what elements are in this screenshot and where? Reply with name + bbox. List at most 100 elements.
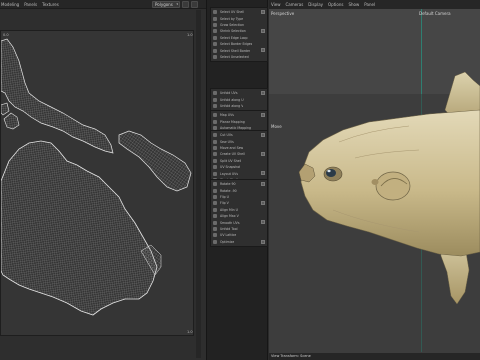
tool-options-box[interactable] bbox=[261, 48, 265, 53]
uv-editor-panel: Modeling Panels Textures Polygons ▾ 1.0 … bbox=[0, 0, 206, 360]
tool-icon bbox=[213, 29, 217, 34]
tool-icon bbox=[213, 103, 217, 108]
tool-label: Smooth UVs bbox=[220, 220, 240, 225]
tool-label: Optimize bbox=[220, 239, 235, 244]
uv-corner-label-bottom-right: 1.0 bbox=[187, 330, 193, 334]
tool-icon bbox=[213, 48, 217, 53]
tool-label: Select Shell Border bbox=[220, 48, 251, 53]
menu-modeling[interactable]: Modeling bbox=[1, 0, 19, 9]
viewport-camera-label: Default Camera bbox=[419, 11, 451, 16]
tool-options-box[interactable] bbox=[261, 171, 265, 176]
tool-item[interactable]: Select Unselected bbox=[211, 54, 267, 60]
tool-icon bbox=[213, 139, 217, 144]
tool-label: Align Max V bbox=[220, 214, 239, 219]
viewport-view-name: Perspective bbox=[271, 11, 295, 16]
tool-label: Flip V bbox=[220, 201, 229, 206]
tool-icon bbox=[213, 145, 217, 150]
tool-icon bbox=[213, 97, 217, 102]
selection-mode-value: Polygons bbox=[155, 2, 173, 7]
uv-shell-fin bbox=[118, 130, 192, 192]
uv-shell-small bbox=[0, 102, 10, 116]
tool-options-button[interactable] bbox=[182, 1, 189, 8]
tool-icon bbox=[213, 10, 217, 15]
menu-textures[interactable]: Textures bbox=[42, 0, 59, 9]
tool-label: Select UV Shell bbox=[220, 10, 245, 15]
tool-label: Unfold along U bbox=[220, 97, 244, 102]
tool-settings-button[interactable] bbox=[191, 1, 198, 8]
tool-icon bbox=[213, 226, 217, 231]
tool-icon bbox=[213, 233, 217, 238]
tool-label: Grow Selection bbox=[220, 22, 244, 27]
tool-icon bbox=[213, 165, 217, 170]
tool-label: Rotate -90 bbox=[220, 188, 237, 193]
uv-editor-scrollbar[interactable] bbox=[196, 10, 201, 358]
menu-panels[interactable]: Panels bbox=[24, 0, 37, 9]
tool-options-box[interactable] bbox=[261, 239, 265, 244]
tool-label: Split UV Shell bbox=[220, 158, 242, 163]
tool-icon bbox=[213, 16, 217, 21]
tool-options-box[interactable] bbox=[261, 10, 265, 14]
uv-layout-graphic bbox=[0, 38, 192, 316]
tool-options-box[interactable] bbox=[261, 91, 265, 95]
tool-options-box[interactable] bbox=[261, 133, 265, 137]
menu-panel[interactable]: Panel bbox=[364, 2, 375, 7]
tool-label: Create UV Shell bbox=[220, 152, 245, 157]
tool-icon bbox=[213, 152, 217, 157]
menu-show[interactable]: Show bbox=[348, 2, 359, 7]
tool-label: Flip U bbox=[220, 194, 229, 199]
tool-options-box[interactable] bbox=[261, 201, 265, 206]
tool-icon bbox=[213, 42, 217, 47]
tool-icon bbox=[213, 113, 217, 118]
tool-label: Layout UVs bbox=[220, 171, 239, 176]
uv-shell-top bbox=[0, 38, 114, 154]
chevron-down-icon: ▾ bbox=[176, 2, 178, 6]
tool-item[interactable]: Optimize bbox=[211, 239, 267, 245]
uv-canvas[interactable]: 1.0 0.0 1.0 bbox=[0, 30, 194, 336]
uv-shell-body bbox=[0, 140, 158, 316]
tool-icon bbox=[213, 201, 217, 206]
tool-label: Unfold Tool bbox=[220, 226, 238, 231]
eye-highlight bbox=[327, 169, 331, 173]
tool-label: UV Snapshot bbox=[220, 165, 241, 170]
selection-mode-dropdown[interactable]: Polygons ▾ bbox=[152, 1, 180, 8]
tool-icon bbox=[213, 188, 217, 193]
tool-icon bbox=[213, 214, 217, 219]
tool-options-box[interactable] bbox=[261, 29, 265, 34]
tool-icon bbox=[213, 91, 217, 96]
tool-options-box[interactable] bbox=[261, 152, 265, 157]
tool-options-box[interactable] bbox=[261, 182, 265, 186]
tool-icon bbox=[213, 133, 217, 138]
tool-icon bbox=[213, 171, 217, 176]
uv-shell-ear bbox=[3, 112, 20, 130]
menu-display[interactable]: Display bbox=[308, 2, 323, 7]
tool-icon bbox=[213, 54, 217, 59]
uv-corner-label-top-left: 0.0 bbox=[3, 33, 9, 37]
tool-label: Rotate 90 bbox=[220, 182, 236, 187]
tool-label: Select Border Edges bbox=[220, 42, 253, 47]
menu-view[interactable]: View bbox=[271, 2, 281, 7]
tool-label: Select by Type bbox=[220, 16, 244, 21]
tool-label: Map UVs bbox=[220, 113, 234, 118]
menu-options[interactable]: Options bbox=[328, 2, 343, 7]
tool-label: Unfold along V bbox=[220, 103, 244, 108]
tool-label: UV Lattice bbox=[220, 233, 237, 238]
tool-options-box[interactable] bbox=[261, 220, 265, 225]
tool-options-box[interactable] bbox=[261, 113, 265, 117]
tool-label: Unfold UVs bbox=[220, 91, 238, 96]
tool-label: Planar Mapping bbox=[220, 119, 245, 124]
nostril-bump bbox=[371, 179, 379, 185]
viewport-status-bar: View Transform: Scene bbox=[269, 353, 480, 360]
menu-cameras[interactable]: Cameras bbox=[286, 2, 304, 7]
tool-icon bbox=[213, 207, 217, 212]
tool-label: Cut UVs bbox=[220, 133, 233, 138]
tool-icon bbox=[213, 158, 217, 163]
viewport-menubar: View Cameras Display Options Show Panel bbox=[269, 0, 480, 9]
tool-icon bbox=[213, 22, 217, 27]
tool-label: Select Unselected bbox=[220, 54, 249, 59]
3d-viewport[interactable]: View Cameras Display Options Show Panel … bbox=[269, 0, 480, 360]
tool-group: Select UV Shell Select by Type Grow Select… bbox=[210, 7, 268, 63]
tool-icon bbox=[213, 119, 217, 124]
uv-toolkit-panel: Select UV Shell Select by Type Grow Select… bbox=[206, 0, 268, 360]
tool-label: Sew UVs bbox=[220, 139, 234, 144]
eye-icon bbox=[326, 169, 336, 177]
